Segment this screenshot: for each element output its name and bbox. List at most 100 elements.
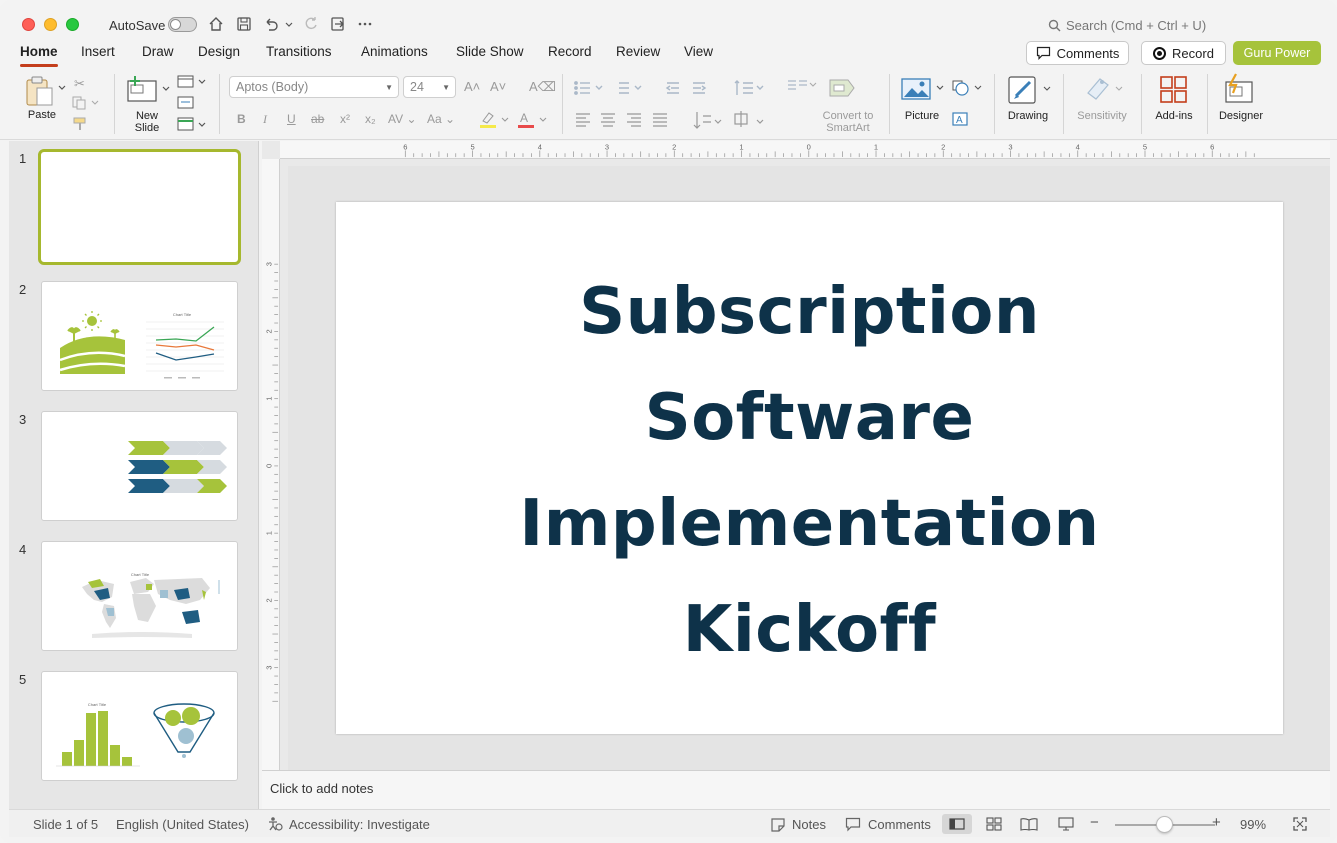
slide-thumbnail-2[interactable]: Chart Title	[41, 281, 238, 391]
sensitivity-icon[interactable]	[1082, 73, 1126, 105]
subscript-icon[interactable]: x₂	[365, 112, 376, 126]
record-button[interactable]: Record	[1141, 41, 1226, 65]
language-indicator[interactable]: English (United States)	[116, 817, 249, 832]
underline-icon[interactable]: U	[287, 112, 296, 126]
close-window-button[interactable]	[22, 18, 35, 31]
grow-font-icon[interactable]: A˄	[464, 79, 480, 94]
cut-icon[interactable]: ✂	[74, 76, 85, 92]
zoom-level[interactable]: 99%	[1240, 817, 1266, 832]
highlight-color-icon[interactable]	[478, 110, 512, 130]
autosave-label: AutoSave	[109, 18, 166, 33]
italic-icon[interactable]: I	[263, 112, 267, 127]
shrink-font-icon[interactable]: A˅	[490, 79, 506, 94]
tab-draw[interactable]: Draw	[142, 44, 174, 59]
normal-view-button[interactable]	[942, 814, 972, 834]
drawing-icon[interactable]	[1006, 74, 1052, 106]
columns-icon[interactable]	[786, 78, 818, 92]
notes-placeholder[interactable]: Click to add notes	[270, 781, 373, 796]
autosave-toggle[interactable]	[168, 17, 197, 32]
shapes-icon[interactable]: A	[950, 78, 986, 132]
superscript-icon[interactable]: x²	[340, 112, 350, 126]
slide-title-textbox[interactable]: Subscription Software Implementation Kic…	[336, 259, 1283, 683]
tab-record[interactable]: Record	[548, 44, 592, 59]
redo-icon[interactable]	[302, 15, 320, 33]
comments-button-label: Comments	[1056, 45, 1120, 61]
undo-icon[interactable]	[262, 15, 280, 33]
font-name-value: Aptos (Body)	[236, 80, 309, 94]
tab-insert[interactable]: Insert	[81, 44, 115, 59]
vertical-ruler[interactable]: 3 2 1 0 1 2 3	[262, 159, 280, 770]
home-icon[interactable]	[207, 15, 225, 33]
minimize-window-button[interactable]	[44, 18, 57, 31]
slide-thumbnail-3[interactable]	[41, 411, 238, 521]
new-slide-dropdown-icon[interactable]	[162, 86, 170, 92]
tab-view[interactable]: View	[684, 44, 713, 59]
strikethrough-icon[interactable]: ab	[311, 112, 324, 126]
slide-layout-icons[interactable]	[177, 75, 207, 135]
zoom-slider-handle[interactable]	[1156, 816, 1173, 833]
add-ins-icon[interactable]	[1158, 75, 1190, 105]
ribbon-separator	[994, 74, 995, 134]
zoom-out-button[interactable]: −	[1090, 814, 1099, 831]
thumbnail-chart-title: Chart Title	[88, 702, 107, 707]
picture-dropdown-icon[interactable]	[936, 85, 944, 91]
comments-button[interactable]: Comments	[1026, 41, 1129, 65]
smartart-icon[interactable]	[826, 76, 860, 102]
convert-smartart-label[interactable]: Convert to SmartArt	[818, 110, 878, 134]
new-slide-icon[interactable]	[126, 75, 160, 103]
slide-thumbnail-5[interactable]: Chart Title	[41, 671, 238, 781]
notes-icon[interactable]	[770, 817, 786, 832]
bold-icon[interactable]: B	[237, 112, 246, 126]
accessibility-icon[interactable]	[267, 816, 283, 832]
save-icon[interactable]	[235, 15, 253, 33]
record-icon	[1153, 46, 1167, 60]
slide-show-view-button[interactable]	[1051, 814, 1081, 834]
clear-formatting-icon[interactable]: A⌫	[529, 79, 556, 95]
reading-view-button[interactable]	[1014, 814, 1044, 834]
font-size-select[interactable]: 24 ▼	[403, 76, 456, 98]
tab-home[interactable]: Home	[20, 44, 58, 59]
more-icon[interactable]	[356, 15, 374, 33]
horizontal-ruler[interactable]: 6 5 4 3 2 1 0 1 2 3 4 5 6	[280, 141, 1330, 159]
tab-design[interactable]: Design	[198, 44, 240, 59]
font-name-select[interactable]: Aptos (Body) ▼	[229, 76, 399, 98]
tab-animations[interactable]: Animations	[361, 44, 428, 59]
title-line: Implementation	[519, 487, 1100, 561]
search-box[interactable]: Search (Cmd + Ctrl + U)	[1048, 18, 1206, 33]
character-spacing-icon[interactable]: AV ⌄	[388, 112, 417, 126]
comments-icon[interactable]	[845, 817, 861, 832]
paste-icon[interactable]	[24, 75, 58, 107]
format-painter-icon[interactable]	[72, 116, 90, 132]
slide-sorter-view-button[interactable]	[979, 814, 1009, 834]
designer-icon[interactable]	[1224, 73, 1258, 105]
notes-pane[interactable]: Click to add notes	[262, 770, 1330, 809]
picture-icon[interactable]	[900, 76, 934, 104]
fit-to-window-icon[interactable]	[1292, 816, 1308, 832]
slide-thumbnail-1[interactable]	[38, 149, 241, 265]
zoom-window-button[interactable]	[66, 18, 79, 31]
present-icon[interactable]	[329, 15, 347, 33]
accessibility-status[interactable]: Accessibility: Investigate	[289, 817, 430, 832]
guru-power-button[interactable]: Guru Power	[1233, 41, 1321, 65]
tab-review[interactable]: Review	[616, 44, 660, 59]
ribbon: Paste ✂ New Slide Aptos (Body) ▼ 24 ▼ A˄ A…	[0, 68, 1337, 140]
ribbon-separator	[889, 74, 890, 134]
slide-sorter-icon	[986, 817, 1002, 831]
copy-icon[interactable]	[72, 96, 100, 110]
current-slide[interactable]: Subscription Software Implementation Kic…	[336, 202, 1283, 734]
picture-label: Picture	[904, 110, 940, 122]
toggle-knob	[170, 19, 181, 30]
ruler-label: 1	[739, 143, 743, 152]
undo-dropdown-chevron-icon[interactable]	[284, 15, 294, 33]
tab-transitions[interactable]: Transitions	[266, 44, 332, 59]
comments-toggle[interactable]: Comments	[868, 817, 931, 832]
zoom-in-button[interactable]: +	[1212, 814, 1221, 831]
paste-dropdown-icon[interactable]	[58, 85, 66, 91]
tab-slide-show[interactable]: Slide Show	[456, 44, 524, 59]
slide-thumbnail-4[interactable]: Chart Title	[41, 541, 238, 651]
font-color-icon[interactable]: A	[516, 110, 550, 130]
thumbnail-chart-title: Chart Title	[131, 572, 150, 577]
change-case-icon[interactable]: Aa ⌄	[427, 112, 455, 126]
notes-toggle[interactable]: Notes	[792, 817, 826, 832]
paragraph-icons[interactable]	[573, 78, 783, 134]
